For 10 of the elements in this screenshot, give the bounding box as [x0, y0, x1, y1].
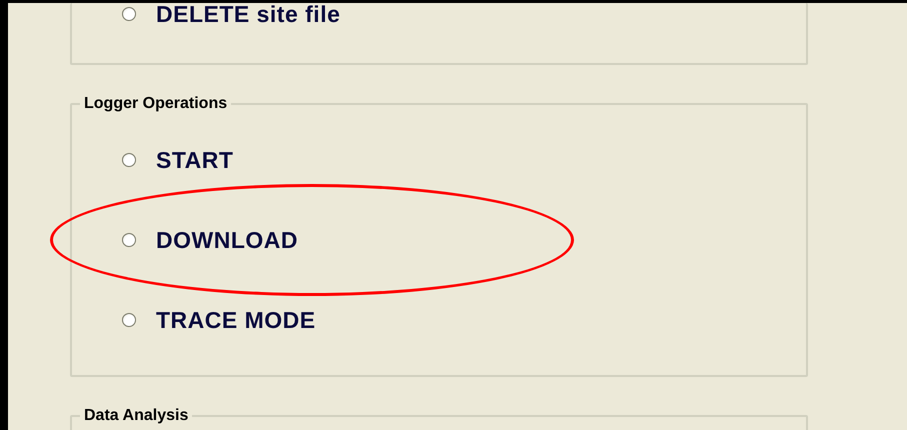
group-title: Logger Operations	[83, 95, 228, 113]
option-label: TRACE MODE	[156, 306, 316, 334]
option-label: DOWNLOAD	[156, 226, 298, 254]
radio-button[interactable]	[122, 313, 136, 327]
option-label: START	[156, 146, 234, 174]
option-label: DELETE site file	[156, 3, 340, 28]
group-title: Data Analysis	[83, 407, 190, 425]
radio-button[interactable]	[122, 7, 136, 21]
radio-button[interactable]	[122, 153, 136, 167]
radio-button[interactable]	[122, 233, 136, 247]
